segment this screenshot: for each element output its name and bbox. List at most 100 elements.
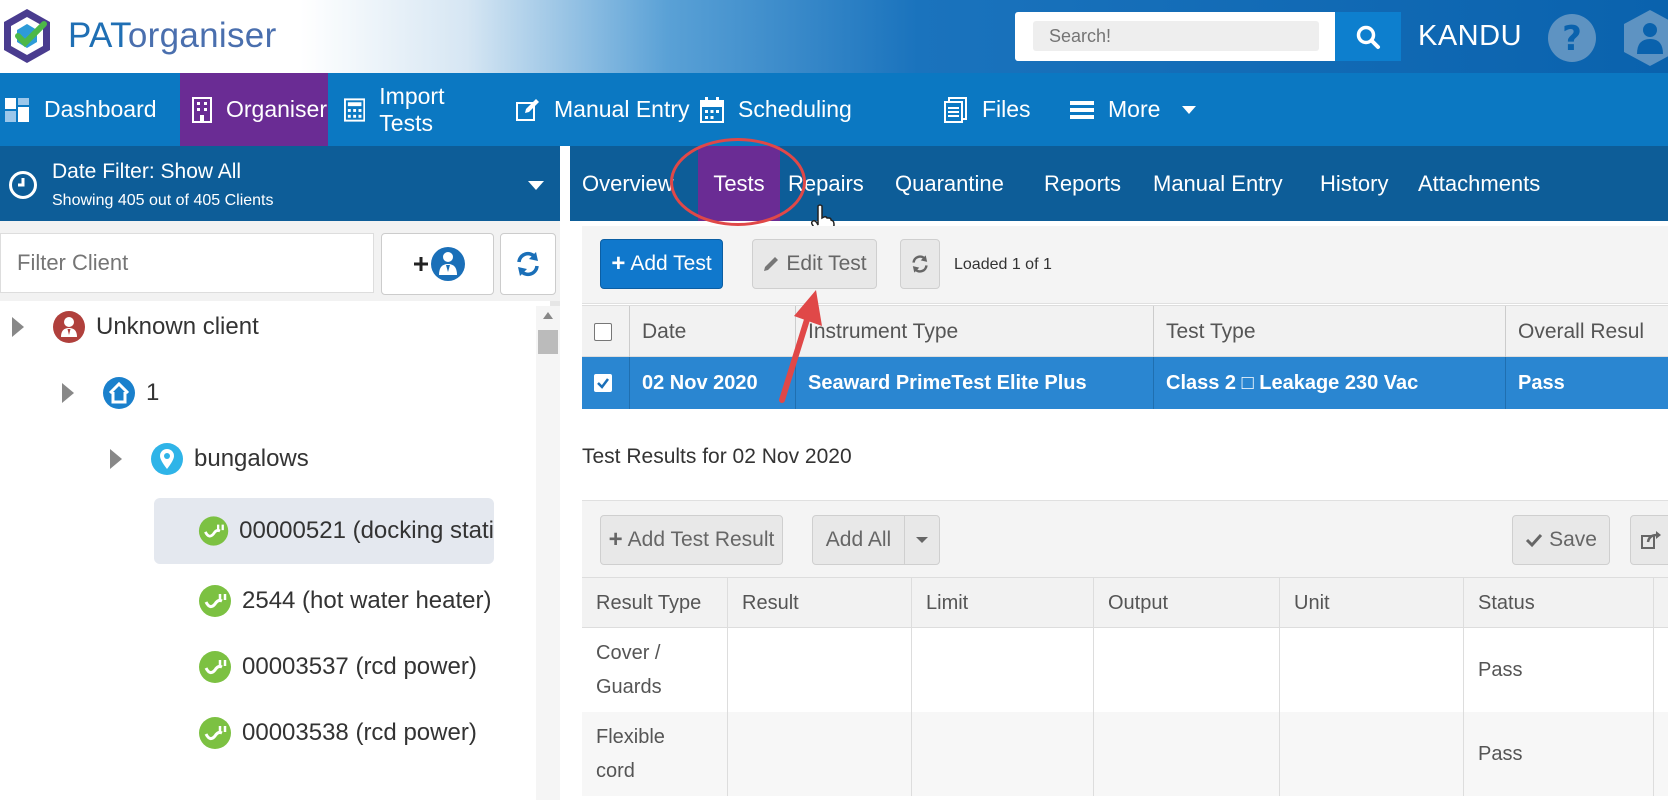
- plug-icon: [199, 585, 231, 617]
- tree-scrollbar[interactable]: [536, 306, 560, 800]
- col-result[interactable]: Result: [728, 578, 912, 627]
- tree-node-site[interactable]: 1: [62, 358, 159, 428]
- main-navigation: Dashboard Organiser Import Tests Manual …: [0, 73, 1668, 146]
- logo-organiser: organiser: [127, 16, 277, 55]
- add-test-button[interactable]: + Add Test: [600, 239, 723, 289]
- cell-result-type: Flexible cord: [582, 712, 728, 796]
- nav-import-tests[interactable]: Import Tests: [340, 73, 500, 146]
- select-all-cell: [582, 306, 630, 358]
- edit-test-label: Edit Test: [786, 252, 867, 275]
- tab-history[interactable]: History: [1320, 146, 1388, 221]
- filter-client-input[interactable]: [0, 233, 374, 293]
- nav-more-label: More: [1108, 96, 1161, 122]
- help-icon[interactable]: ?: [1545, 13, 1599, 63]
- refresh-icon: [912, 255, 928, 273]
- cell-limit[interactable]: [912, 712, 1094, 796]
- nav-organiser-label: Organiser: [226, 96, 327, 122]
- cell-status[interactable]: Pass: [1464, 712, 1654, 796]
- tree-node-label: 00003538 (rcd power): [242, 719, 477, 746]
- add-client-button[interactable]: [381, 233, 494, 295]
- tree-node-asset[interactable]: 00003538 (rcd power): [198, 698, 477, 768]
- tree-node-asset-selected[interactable]: 00000521 (docking stati: [154, 498, 494, 564]
- refresh-tests-button[interactable]: [900, 239, 940, 289]
- clock-icon: [9, 171, 37, 199]
- cell-unit[interactable]: [1280, 628, 1464, 712]
- tab-attachments[interactable]: Attachments: [1418, 146, 1540, 221]
- search-input[interactable]: [1033, 21, 1319, 51]
- cell-output[interactable]: [1094, 628, 1280, 712]
- table-row[interactable]: Flexible cord Pass: [582, 712, 1668, 796]
- cell-status[interactable]: Pass: [1464, 628, 1654, 712]
- check-icon: [597, 378, 609, 389]
- tab-manual-entry[interactable]: Manual Entry: [1153, 146, 1283, 221]
- col-status[interactable]: Status: [1464, 578, 1654, 627]
- table-row[interactable]: Cover / Guards Pass: [582, 628, 1668, 712]
- tree-node-asset[interactable]: 2544 (hot water heater): [198, 566, 491, 636]
- edit-test-button[interactable]: Edit Test: [752, 239, 877, 289]
- col-output[interactable]: Output: [1094, 578, 1280, 627]
- search-button[interactable]: [1335, 12, 1401, 61]
- nav-import-tests-label: Import Tests: [379, 82, 445, 136]
- cell-instrument-type: Seaward PrimeTest Elite Plus: [796, 357, 1154, 409]
- export-button[interactable]: [1630, 515, 1668, 565]
- expand-caret-icon[interactable]: [12, 317, 24, 337]
- col-overall-result[interactable]: Overall Resul: [1506, 306, 1668, 358]
- search-box: [1015, 12, 1335, 61]
- nav-scheduling[interactable]: Scheduling: [696, 73, 866, 146]
- add-all-button[interactable]: Add All: [812, 515, 905, 565]
- tab-quarantine[interactable]: Quarantine: [895, 146, 1004, 221]
- loaded-count: Loaded 1 of 1: [954, 256, 1052, 273]
- user-profile-icon[interactable]: [1620, 8, 1668, 68]
- tree-node-label: bungalows: [194, 445, 309, 472]
- check-icon: [1526, 533, 1543, 548]
- table-row[interactable]: 02 Nov 2020 Seaward PrimeTest Elite Plus…: [582, 357, 1668, 409]
- chevron-down-icon[interactable]: [528, 181, 544, 190]
- nav-organiser[interactable]: Organiser: [180, 73, 328, 146]
- row-checkbox[interactable]: [594, 374, 612, 392]
- cell-result[interactable]: [728, 628, 912, 712]
- col-unit[interactable]: Unit: [1280, 578, 1464, 627]
- expand-caret-icon[interactable]: [62, 383, 74, 403]
- cell-overall-result: Pass: [1518, 371, 1565, 394]
- export-icon: [1641, 531, 1661, 549]
- dashboard-icon: [5, 97, 29, 122]
- tab-overview[interactable]: Overview: [582, 146, 674, 221]
- cell-output[interactable]: [1094, 712, 1280, 796]
- scroll-thumb[interactable]: [538, 330, 558, 354]
- tree-node-client[interactable]: Unknown client: [12, 306, 259, 362]
- add-all-dropdown-button[interactable]: [904, 515, 940, 565]
- col-test-type[interactable]: Test Type: [1154, 306, 1506, 358]
- expand-caret-icon[interactable]: [110, 449, 122, 469]
- user-name[interactable]: KANDU: [1418, 20, 1522, 53]
- client-filter-row: [0, 221, 560, 301]
- tree-node-label: 00000521 (docking stati: [239, 517, 494, 544]
- nav-manual-entry[interactable]: Manual Entry: [512, 73, 690, 146]
- date-filter[interactable]: Date Filter: Show All Showing 405 out of…: [0, 146, 560, 221]
- tab-reports[interactable]: Reports: [1044, 146, 1121, 221]
- tests-toolbar: + Add Test Edit Test Loaded 1 of 1: [582, 226, 1668, 304]
- tree-node-location[interactable]: bungalows: [110, 424, 309, 494]
- save-button[interactable]: Save: [1512, 515, 1610, 565]
- select-all-checkbox[interactable]: [594, 323, 612, 341]
- col-limit[interactable]: Limit: [912, 578, 1094, 627]
- refresh-clients-button[interactable]: [500, 233, 556, 295]
- col-instrument-type[interactable]: Instrument Type: [796, 306, 1154, 358]
- add-test-result-button[interactable]: + Add Test Result: [600, 515, 783, 565]
- scroll-up-icon[interactable]: [543, 312, 553, 319]
- row-select-cell: [582, 357, 630, 409]
- cell-unit[interactable]: [1280, 712, 1464, 796]
- col-result-type[interactable]: Result Type: [582, 578, 728, 627]
- app-logo[interactable]: PATorganiser: [0, 6, 277, 66]
- patorganiser-logo-icon: [4, 9, 50, 63]
- cell-limit[interactable]: [912, 628, 1094, 712]
- search-icon: [1356, 25, 1380, 49]
- tree-node-asset[interactable]: 00003537 (rcd power): [198, 632, 477, 702]
- location-pin-icon: [151, 443, 183, 475]
- nav-files[interactable]: Files: [940, 73, 1040, 146]
- nav-dashboard[interactable]: Dashboard: [0, 73, 180, 146]
- nav-more[interactable]: More: [1066, 73, 1226, 146]
- chevron-down-icon: [1182, 105, 1197, 114]
- cell-result[interactable]: [728, 712, 912, 796]
- svg-text:?: ?: [1562, 19, 1582, 59]
- plus-icon: +: [611, 250, 626, 277]
